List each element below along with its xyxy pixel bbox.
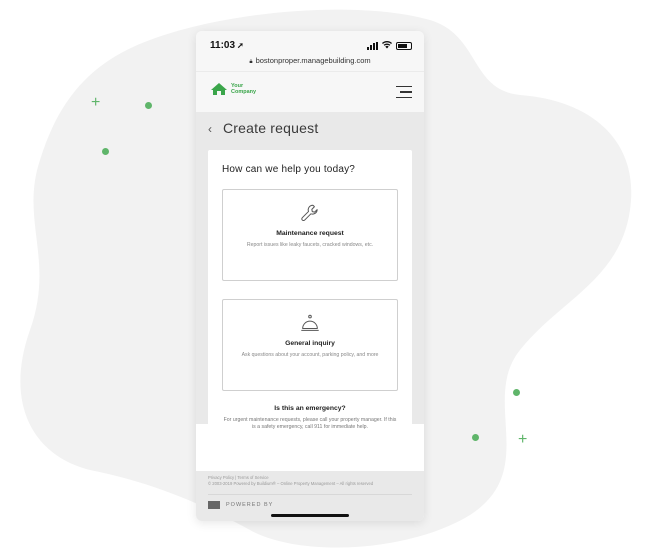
logo-text: Your Company xyxy=(231,83,256,95)
system-icons xyxy=(367,41,412,51)
request-card: How can we help you today? Maintenance r… xyxy=(208,150,412,492)
location-icon: ➚ xyxy=(237,41,244,50)
title-bar: ‹ Create request xyxy=(196,112,424,150)
dot-decoration xyxy=(145,102,152,109)
general-inquiry-option[interactable]: General inquiry Ask questions about your… xyxy=(222,299,398,391)
plus-decoration: + xyxy=(518,431,528,448)
footer-divider xyxy=(208,494,412,495)
option-description: Ask questions about your account, parkin… xyxy=(241,352,379,358)
service-bell-icon xyxy=(301,314,319,331)
dot-decoration xyxy=(102,148,109,155)
address-bar[interactable]: 🔒︎ bostonproper.managebuilding.com xyxy=(196,56,424,66)
wrench-icon xyxy=(301,204,318,222)
battery-icon xyxy=(396,42,412,50)
dot-decoration xyxy=(472,434,479,441)
maintenance-request-option[interactable]: Maintenance request Report issues like l… xyxy=(222,189,398,281)
footer-copyright: © 2003-2019 Powered by Buildium® – Onlin… xyxy=(208,480,374,486)
logo-line-2: Company xyxy=(231,89,257,95)
time-text: 11:03 xyxy=(210,40,236,51)
hamburger-icon[interactable] xyxy=(396,86,412,102)
app-header: Your Company xyxy=(196,71,424,112)
option-title: General inquiry xyxy=(285,340,335,347)
emergency-text: For urgent maintenance requests, please … xyxy=(223,417,397,430)
lock-icon: 🔒︎ xyxy=(249,59,253,65)
page-footer: Privacy Policy | Terms of Service © 2003… xyxy=(196,471,424,521)
company-logo[interactable]: Your Company xyxy=(210,82,256,96)
option-description: Report issues like leaky faucets, cracke… xyxy=(246,242,374,248)
card-heading: How can we help you today? xyxy=(222,164,356,175)
house-icon xyxy=(211,83,227,95)
plus-decoration: + xyxy=(91,94,101,111)
option-title: Maintenance request xyxy=(276,230,344,237)
status-time: 11:03 ➚ xyxy=(210,40,244,51)
emergency-title: Is this an emergency? xyxy=(274,405,346,412)
powered-by-text: POWERED BY xyxy=(226,502,274,508)
phone-screen: 11:03 ➚ 🔒︎ bostonproper.managebuilding.com… xyxy=(196,31,424,521)
dot-decoration xyxy=(513,389,520,396)
emergency-section: Is this an emergency? For urgent mainten… xyxy=(222,405,398,431)
back-chevron-icon[interactable]: ‹ xyxy=(208,122,212,136)
buildium-logo-icon xyxy=(208,501,220,509)
powered-by: POWERED BY xyxy=(208,501,412,509)
home-indicator[interactable] xyxy=(271,514,349,517)
page-title: Create request xyxy=(223,120,319,136)
status-bar: 11:03 ➚ 🔒︎ bostonproper.managebuilding.com xyxy=(196,31,424,71)
signal-icon xyxy=(367,42,378,50)
url-text: bostonproper.managebuilding.com xyxy=(255,56,371,65)
wifi-icon xyxy=(382,41,392,51)
footer-text: Privacy Policy | Terms of Service © 2003… xyxy=(208,471,412,486)
main-content: How can we help you today? Maintenance r… xyxy=(196,150,424,492)
